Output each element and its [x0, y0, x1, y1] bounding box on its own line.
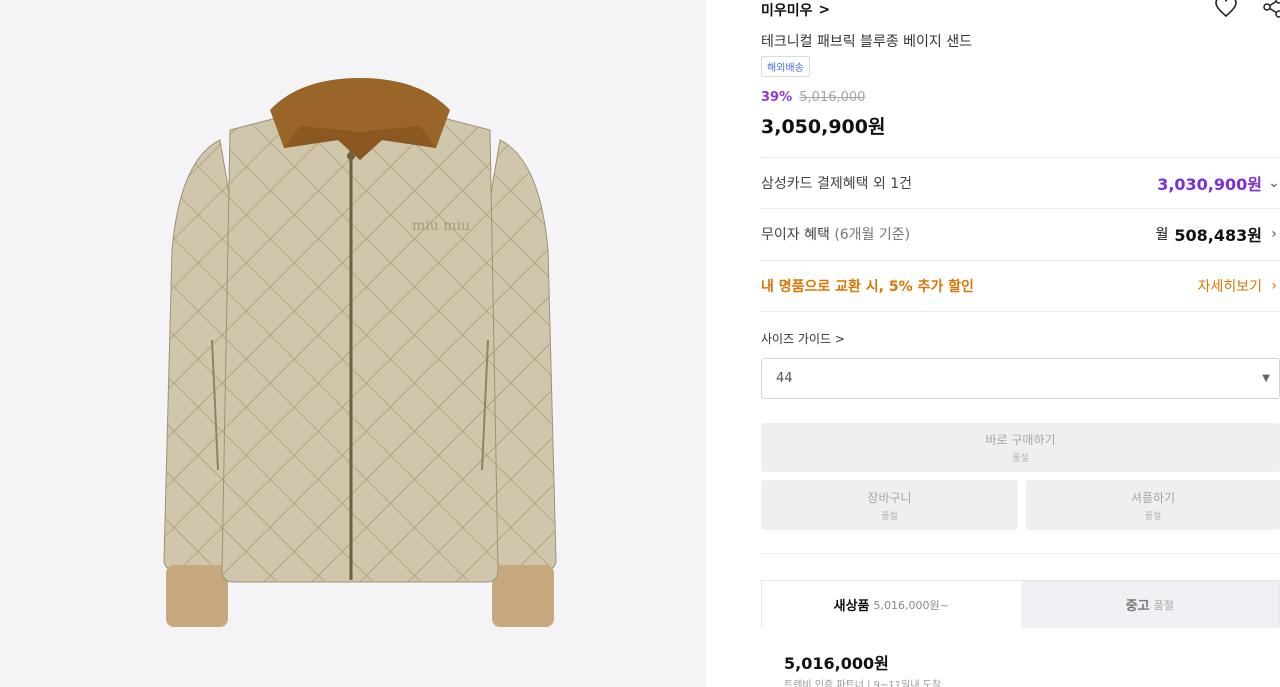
buy-now-label: 바로 구매하기	[985, 433, 1056, 447]
chevron-down-icon[interactable]: ⌄	[1268, 175, 1280, 191]
tab-used-status: 품절	[1153, 598, 1174, 612]
product-info-panel: 미우미우 > 테크니컬 패브릭 블루종 베이지 샌드 해외배송 39% 5,01…	[761, 0, 1280, 687]
tab-used[interactable]: 중고 품절	[1020, 581, 1279, 628]
chevron-right-icon[interactable]: ›	[1268, 278, 1280, 294]
card-benefit-label: 삼성카드 결제혜택 외 1건	[761, 176, 913, 192]
caret-down-icon: ▼	[1262, 373, 1270, 384]
product-image-panel: miu miu	[0, 0, 706, 687]
installment-prefix: 월	[1155, 227, 1169, 243]
installment-note: (6개월 기준)	[834, 227, 911, 243]
condition-tabs: 새상품 5,016,000원~ 중고 품절	[761, 580, 1280, 628]
buy-now-button[interactable]: 바로 구매하기 품절	[761, 423, 1280, 472]
tab-used-label: 중고	[1125, 599, 1150, 614]
size-select[interactable]: 44 ▼	[761, 358, 1280, 399]
section-divider	[761, 553, 1280, 554]
installment-row[interactable]: 무이자 혜택 (6개월 기준) 월 508,483원 ›	[761, 208, 1280, 259]
shuffle-button[interactable]: 셔플하기 품절	[1026, 480, 1280, 530]
share-icon[interactable]	[1262, 0, 1280, 18]
svg-text:miu miu: miu miu	[412, 218, 470, 234]
tab-new-price: 5,016,000원~	[873, 598, 949, 612]
shuffle-status: 품절	[1144, 511, 1162, 522]
heart-icon[interactable]	[1214, 0, 1238, 18]
brand-name[interactable]: 미우미우	[761, 0, 813, 20]
original-price: 5,016,000	[799, 90, 866, 105]
trade-in-label: 내 명품으로 교환 시, 5% 추가 할인	[761, 279, 974, 295]
card-benefit-row[interactable]: 삼성카드 결제혜택 외 1건 3,030,900원 ⌄	[761, 157, 1280, 208]
product-jacket-image: miu miu	[163, 78, 557, 627]
size-guide-link[interactable]: 사이즈 가이드 >	[761, 330, 845, 347]
buy-now-status: 품절	[1012, 454, 1029, 464]
tab-new[interactable]: 새상품 5,016,000원~	[762, 581, 1021, 628]
installment-amount: 508,483원	[1174, 226, 1262, 245]
installment-label-group: 무이자 혜택 (6개월 기준)	[761, 224, 910, 244]
section-divider	[761, 311, 1280, 312]
cart-label: 장바구니	[867, 490, 912, 505]
trade-in-detail-link[interactable]: 자세히보기	[1198, 276, 1262, 296]
brand-link[interactable]: 미우미우 >	[761, 0, 830, 20]
card-benefit-price: 3,030,900원	[1157, 175, 1262, 194]
cart-button[interactable]: 장바구니 품절	[761, 480, 1018, 530]
size-select-value: 44	[776, 371, 793, 386]
product-title: 테크니컬 패브릭 블루종 베이지 샌드	[761, 34, 972, 50]
discount-row: 39% 5,016,000	[761, 90, 865, 105]
trade-in-row[interactable]: 내 명품으로 교환 시, 5% 추가 할인 자세히보기 ›	[761, 260, 1280, 311]
overseas-shipping-badge: 해외배송	[761, 56, 810, 77]
offer-seller-info: 트렌비 인증 파트너 | 9~11일내 도착	[784, 680, 942, 687]
discount-rate: 39%	[761, 90, 793, 105]
installment-label: 무이자 혜택	[761, 227, 830, 243]
tab-new-label: 새상품	[833, 599, 870, 614]
shuffle-label: 셔플하기	[1130, 490, 1176, 505]
sale-price: 3,050,900원	[761, 116, 886, 138]
chevron-right-icon[interactable]: ›	[1268, 226, 1280, 242]
chevron-right-icon: >	[818, 2, 831, 18]
top-action-icons	[1214, 0, 1280, 18]
cart-status: 품절	[881, 511, 898, 522]
offer-price: 5,016,000원	[784, 654, 889, 673]
